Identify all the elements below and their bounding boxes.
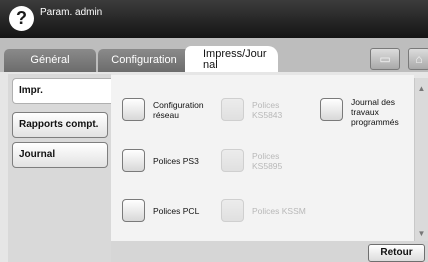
options-panel: Configuration réseau Polices PS3 Polices … <box>111 75 414 241</box>
scroll-down-icon[interactable]: ▼ <box>415 229 428 238</box>
scrollbar[interactable]: ▲ ▼ <box>414 78 428 242</box>
tray-icon: ▭ <box>379 52 391 66</box>
polices-ks5895-checkbox <box>221 149 244 172</box>
polices-pcl-label: Polices PCL <box>153 206 200 216</box>
tab-configuration[interactable]: Configuration <box>98 49 190 72</box>
tab-general[interactable]: Général <box>4 49 96 72</box>
config-reseau-label: Configuration réseau <box>153 100 204 120</box>
polices-kssm-checkbox <box>221 199 244 222</box>
tray-button[interactable]: ▭ <box>370 48 400 70</box>
tab-label-line2: nal <box>203 59 218 71</box>
back-button[interactable]: Retour <box>368 244 425 262</box>
polices-ps3-checkbox[interactable] <box>122 149 145 172</box>
user-label: Param. admin <box>40 7 103 18</box>
home-icon: ⌂ <box>415 52 423 66</box>
title-bar: ? Param. admin <box>0 0 428 38</box>
sidebar-item-journal[interactable]: Journal <box>12 142 108 168</box>
tab-bar: Général Configuration Impress/Jour nal <box>0 38 428 72</box>
polices-pcl-checkbox[interactable] <box>122 199 145 222</box>
sidebar-item-impr[interactable]: Impr. <box>12 78 115 104</box>
scroll-up-icon[interactable]: ▲ <box>415 84 428 93</box>
polices-ks5843-label: Polices KS5843 <box>252 100 283 120</box>
polices-ps3-label: Polices PS3 <box>153 156 199 166</box>
tab-impress-journal[interactable]: Impress/Jour nal <box>185 46 278 72</box>
home-button[interactable]: ⌂ <box>408 48 428 70</box>
help-icon[interactable]: ? <box>9 6 34 31</box>
polices-kssm-label: Polices KSSM <box>252 206 306 216</box>
journal-travaux-label: Journal des travaux programmés <box>351 97 399 127</box>
polices-ks5843-checkbox <box>221 98 244 121</box>
polices-ks5895-label: Polices KS5895 <box>252 151 283 171</box>
config-reseau-checkbox[interactable] <box>122 98 145 121</box>
journal-travaux-checkbox[interactable] <box>320 98 343 121</box>
sidebar-item-rapports[interactable]: Rapports compt. <box>12 112 108 138</box>
